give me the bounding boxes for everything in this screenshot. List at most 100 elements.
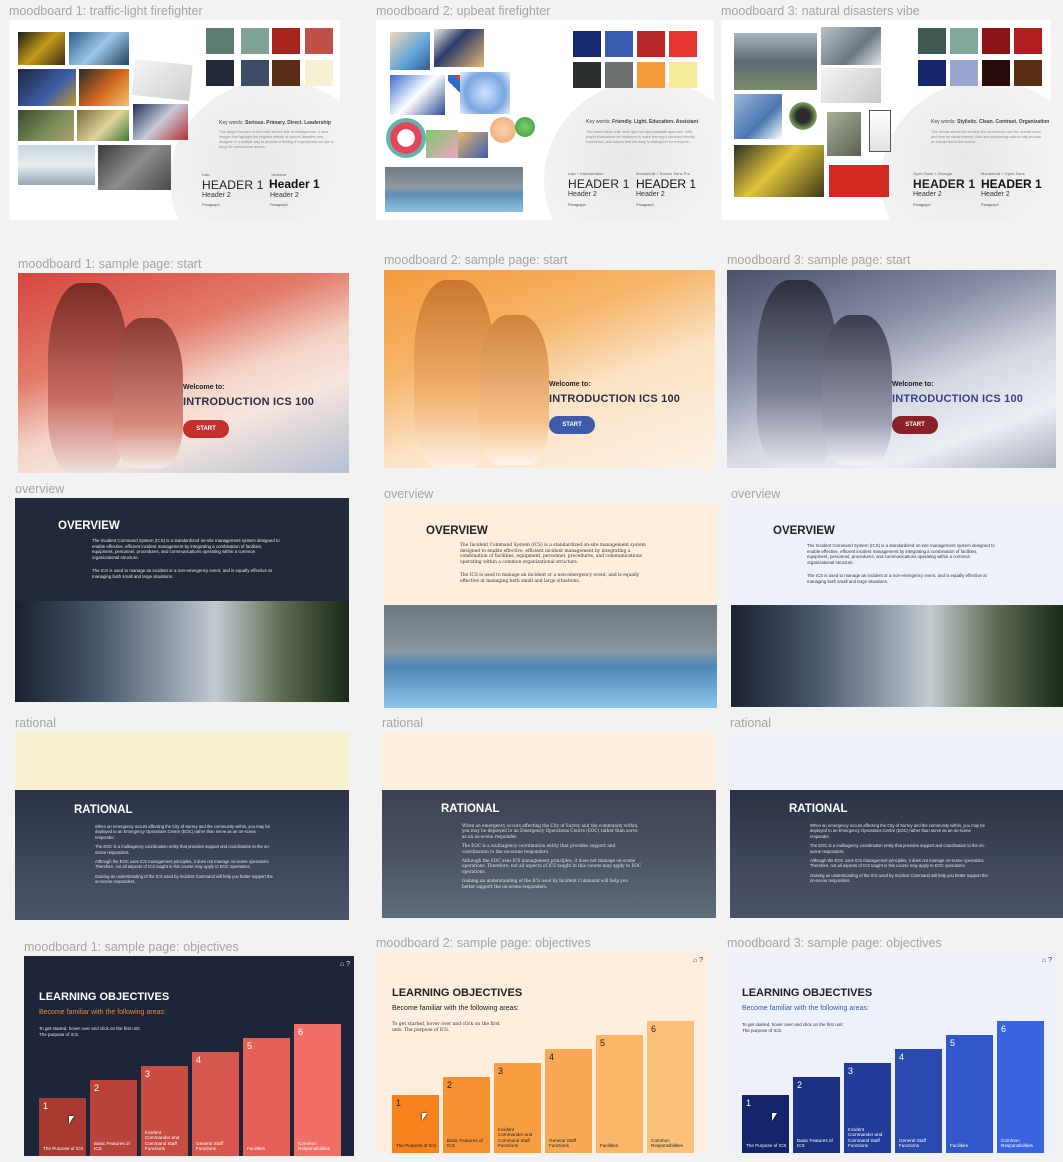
header-2-sample-a: Header 2 (568, 191, 597, 198)
objective-bar-4[interactable]: 4 General Staff Functions (545, 1049, 592, 1153)
objective-bar-3[interactable]: 3 Incident Commander and Command Staff Fu… (494, 1063, 541, 1153)
objective-bar-6[interactable]: 6 Common Responsibilities (294, 1024, 341, 1156)
home-help-icons[interactable]: ⌂ ? (693, 957, 703, 964)
objective-label: The Purpose of ICS (746, 1143, 787, 1149)
color-swatch (605, 31, 633, 57)
objective-label: General Staff Functions (899, 1137, 926, 1149)
label-objectives-1: moodboard 1: sample page: objectives (24, 940, 239, 954)
photo-wading (821, 27, 881, 65)
color-swatch (605, 62, 633, 88)
photo-firefighters (731, 605, 1063, 707)
photo-exit (77, 110, 129, 141)
start-page-3[interactable]: Welcome to: INTRODUCTION ICS 100 START (727, 270, 1056, 468)
objective-bar-6[interactable]: 6 Common Responsibilities (647, 1021, 694, 1153)
objective-bar-2[interactable]: 2 Basic Features of ICS (443, 1077, 490, 1153)
label-start-1: moodboard 1: sample page: start (18, 257, 202, 271)
firefighter-silhouette (479, 315, 549, 465)
objective-bars: 1 The Purpose of ICS 2 Basic Features of IC… (392, 1012, 694, 1153)
objective-bar-6[interactable]: 6 Common Responsibilities (997, 1021, 1044, 1153)
color-swatch (1014, 60, 1042, 86)
home-help-icons[interactable]: ⌂ ? (340, 961, 350, 968)
illustration-mask (490, 117, 516, 143)
objective-number: 3 (498, 1066, 504, 1076)
label-moodboard-3: moodboard 3: natural disasters vibe (721, 4, 920, 18)
moodboard-1[interactable]: Key words: Serious. Primary. Direct. Lea… (9, 20, 340, 220)
moodboard-3[interactable]: Key words: Stylistic. Clean. Contrast. O… (721, 20, 1051, 220)
start-button[interactable]: START (549, 416, 595, 434)
label-rational-3: rational (730, 716, 771, 730)
decorative-blob (544, 80, 714, 220)
color-swatch (982, 60, 1010, 86)
objective-label: Incident Commander and Command Staff Fun… (848, 1126, 883, 1149)
objective-label: Incident Commander and Command Staff Fun… (498, 1126, 533, 1149)
color-swatch (1014, 28, 1042, 54)
overview-paragraph-2: The ICS is used to manage an incident or… (92, 568, 272, 579)
objective-number: 5 (247, 1041, 253, 1051)
objective-bar-2[interactable]: 2 Basic Features of ICS (90, 1080, 137, 1156)
objective-label: Basic Features of ICS (94, 1140, 130, 1152)
objective-number: 2 (94, 1083, 100, 1093)
objective-number: 1 (43, 1101, 49, 1111)
font-name-2: Montserrat + Open Sans (981, 171, 1025, 176)
color-swatch (305, 28, 333, 54)
home-help-icons[interactable]: ⌂ ? (1042, 957, 1052, 964)
objective-bar-3[interactable]: 3 Incident Commander and Command Staff Fu… (141, 1066, 188, 1156)
start-page-2[interactable]: Welcome to: INTRODUCTION ICS 100 START (384, 270, 715, 468)
label-start-3: moodboard 3: sample page: start (727, 253, 911, 267)
decorative-blob (881, 80, 1051, 220)
paragraph-sample-a: Paragraph (568, 203, 586, 207)
font-name-1: Lato + Merriweather (568, 171, 604, 176)
rational-title: RATIONAL (441, 803, 500, 815)
color-swatch (272, 60, 300, 86)
course-title: INTRODUCTION ICS 100 (183, 396, 315, 408)
photo-responder (18, 69, 76, 106)
objective-bar-5[interactable]: 5 Facilities (596, 1035, 643, 1153)
start-button[interactable]: START (183, 420, 229, 438)
firefighter-silhouette (822, 315, 892, 465)
objectives-title: LEARNING OBJECTIVES (392, 987, 523, 999)
objective-bar-4[interactable]: 4 General Staff Functions (192, 1052, 239, 1156)
objective-bar-1[interactable]: 1 The Purpose of ICS (39, 1098, 86, 1156)
objectives-subtitle: Become familiar with the following areas… (39, 1009, 166, 1016)
rational-page-1: RATIONAL When an emergency occurs affect… (15, 732, 349, 920)
overview-paragraph-2: The ICS is used to manage an incident or… (807, 573, 987, 584)
welcome-text: Welcome to: (892, 381, 934, 388)
objective-bar-5[interactable]: 5 Facilities (946, 1035, 993, 1153)
paragraph-sample-b: Paragraph (270, 203, 288, 207)
objective-bar-3[interactable]: 3 Incident Commander and Command Staff Fu… (844, 1063, 891, 1153)
illustration-people (458, 132, 488, 158)
moodboard-2[interactable]: Key words: Friendly. Light. Education. A… (376, 20, 714, 220)
label-moodboard-2: moodboard 2: upbeat firefighter (376, 4, 551, 18)
objective-number: 3 (145, 1069, 151, 1079)
welcome-text: Welcome to: (549, 381, 591, 388)
objective-bar-1[interactable]: 1 The Purpose of ICS (742, 1095, 789, 1153)
welcome-text: Welcome to: (183, 384, 225, 391)
start-page-1[interactable]: Welcome to: INTRODUCTION ICS 100 START (18, 273, 349, 473)
cursor-icon (772, 1113, 777, 1121)
font-name-1: Lato (202, 172, 210, 177)
objective-number: 1 (746, 1098, 752, 1108)
keywords: Key words: Friendly. Light. Education. A… (586, 119, 699, 125)
objective-bar-2[interactable]: 2 Basic Features of ICS (793, 1077, 840, 1153)
objective-number: 4 (196, 1055, 202, 1065)
start-button[interactable]: START (892, 416, 938, 434)
moodboard-description: This results shows the emotion the produ… (931, 130, 1042, 144)
photo-firefighters (15, 601, 349, 702)
illustration-flood (385, 167, 523, 212)
objective-bar-1[interactable]: 1 The Purpose of ICS (392, 1095, 439, 1153)
overview-page-1: OVERVIEW The Incident Command System (IC… (15, 498, 349, 702)
photo-crowd (98, 145, 171, 190)
objective-label: The Purpose of ICS (396, 1143, 437, 1149)
color-swatch (206, 60, 234, 86)
paragraph-sample-b: Paragraph (981, 203, 999, 207)
label-start-2: moodboard 2: sample page: start (384, 253, 568, 267)
overview-title: OVERVIEW (58, 520, 120, 532)
objective-bar-4[interactable]: 4 General Staff Functions (895, 1049, 942, 1153)
color-swatch (669, 62, 697, 88)
overview-title: OVERVIEW (773, 525, 835, 537)
photo-hands (821, 68, 881, 103)
objective-number: 6 (1001, 1024, 1007, 1034)
calendar-icon (869, 110, 891, 152)
objective-bar-5[interactable]: 5 Facilities (243, 1038, 290, 1156)
photo-wall-rescue (18, 110, 74, 141)
